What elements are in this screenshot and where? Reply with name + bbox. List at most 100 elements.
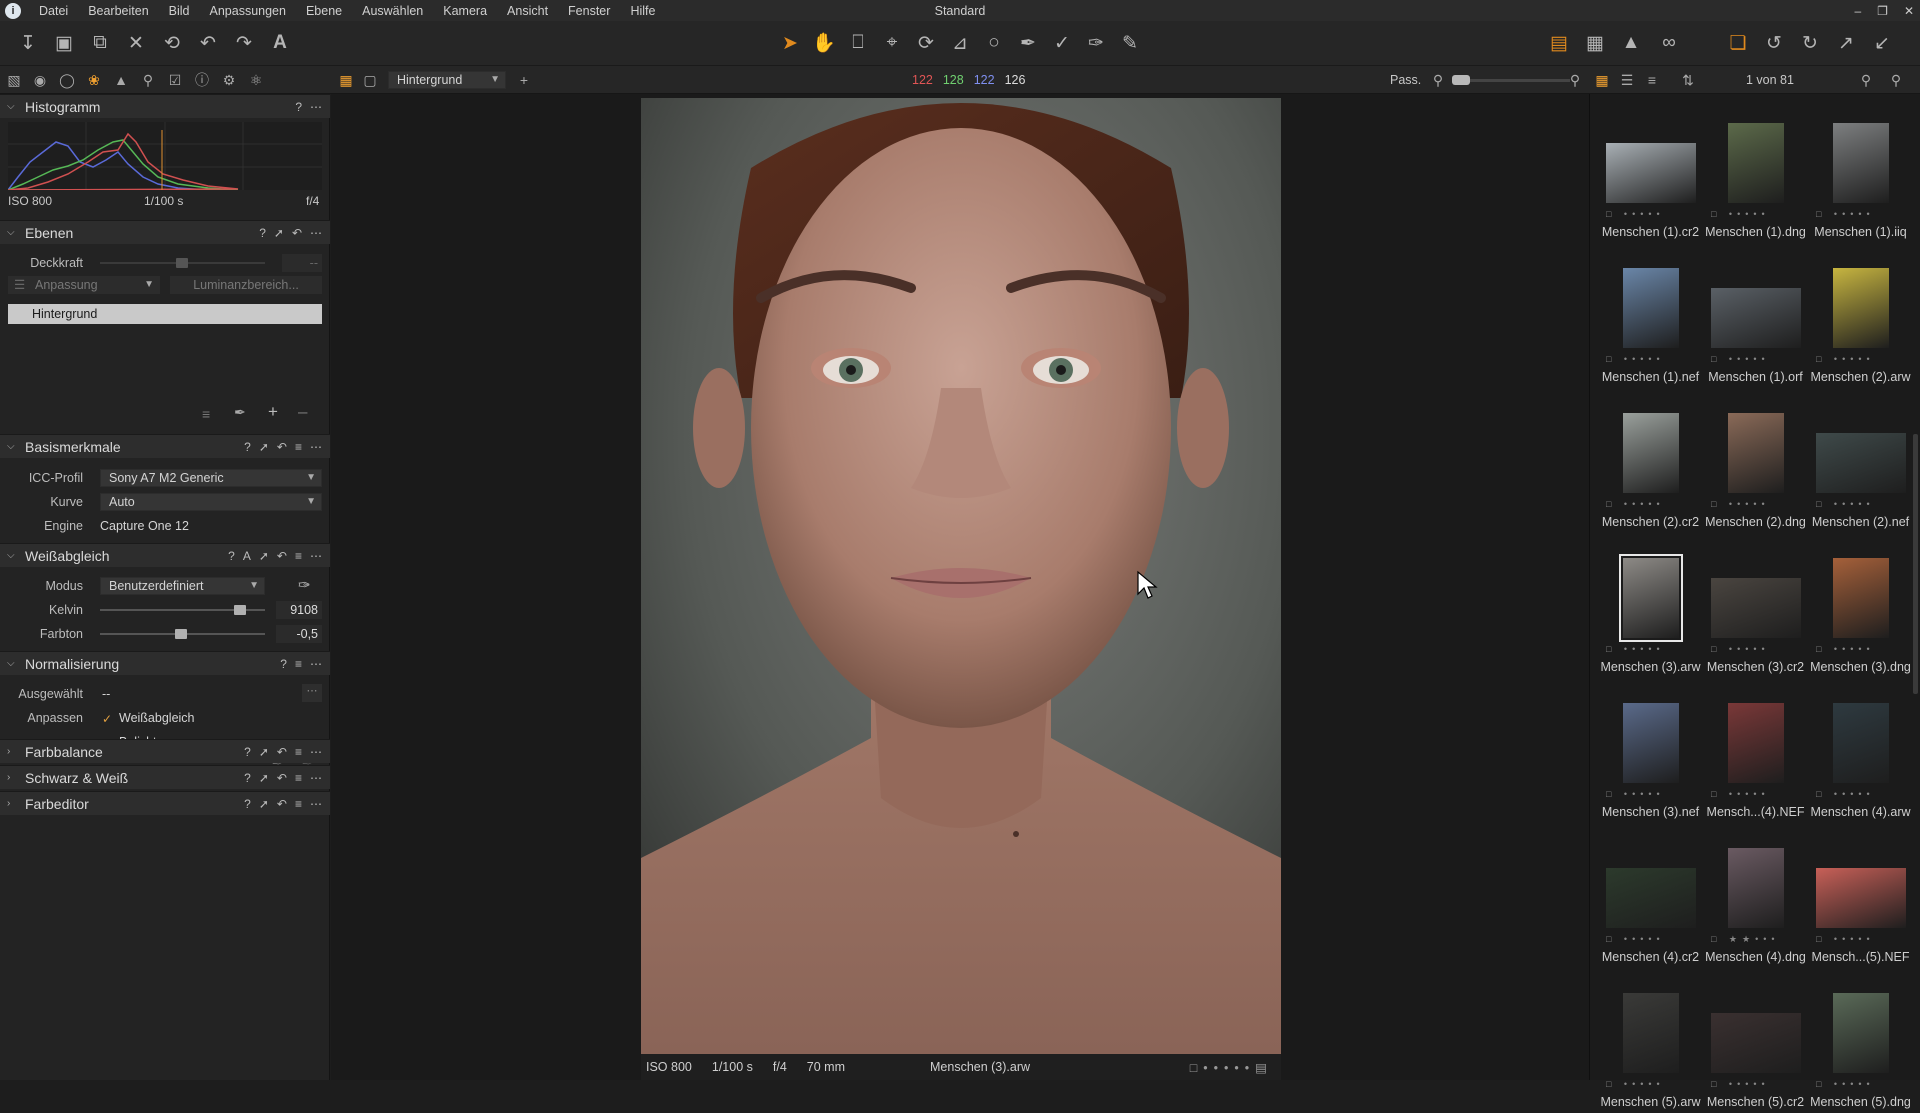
apply-arrow-icon[interactable]: ↙: [1868, 29, 1896, 57]
histogram-header[interactable]: ⌵ Histogramm ? ⋯: [0, 94, 330, 118]
filter-search-icon[interactable]: ⚲: [1856, 70, 1876, 90]
warning-icon[interactable]: ▲: [1617, 29, 1645, 57]
presets-icon[interactable]: ≡: [295, 797, 302, 811]
layer-select[interactable]: Hintergrund ▼: [388, 71, 506, 89]
thumbnail-rating[interactable]: □ •••••: [1606, 644, 1696, 654]
browser-details-icon[interactable]: ≡: [1642, 70, 1662, 90]
import-icon[interactable]: ↧: [14, 29, 42, 57]
thumbnail-item[interactable]: □ ••••• Menschen (1).cr2: [1598, 98, 1703, 243]
thumbnail-rating[interactable]: □ •••••: [1606, 934, 1696, 944]
reset-icon[interactable]: ↶: [277, 549, 287, 563]
maximize-icon[interactable]: ❐: [1877, 4, 1888, 18]
thumbnail-rating[interactable]: □ •••••: [1816, 644, 1906, 654]
menu-item-5[interactable]: Auswählen: [352, 4, 433, 18]
batch-tab-icon[interactable]: ⚛: [246, 70, 266, 90]
thumbnail-image[interactable]: [1832, 703, 1889, 783]
reset-icon[interactable]: ↶: [277, 745, 287, 759]
thumbnail-rating[interactable]: □ •••••: [1711, 209, 1801, 219]
thumbnail-image[interactable]: [1622, 703, 1679, 783]
copy-icon[interactable]: ➚: [259, 549, 269, 563]
thumbnail-image[interactable]: [1832, 123, 1889, 203]
cursor-tool-icon[interactable]: ➤: [776, 29, 804, 57]
thumbnail-image[interactable]: [1622, 993, 1679, 1073]
menu-item-4[interactable]: Ebene: [296, 4, 352, 18]
thumbnail-image[interactable]: [1622, 413, 1679, 493]
zoom-out-icon[interactable]: ⚲: [1428, 70, 1448, 90]
copy-icon[interactable]: ➚: [259, 771, 269, 785]
reset-icon[interactable]: ↶: [277, 797, 287, 811]
proof-glasses-icon[interactable]: ∞: [1655, 29, 1683, 57]
collapsed-section-1[interactable]: › Schwarz & Weiß? ➚ ↶ ≡ ⋯: [0, 765, 330, 789]
thumbnail-rating[interactable]: □ •••••: [1606, 209, 1696, 219]
icc-profile-select[interactable]: Sony A7 M2 Generic ▼: [100, 469, 322, 487]
thumbnail-rating[interactable]: □ •••••: [1816, 1079, 1906, 1089]
thumbnail-rating[interactable]: □ •••••: [1711, 644, 1801, 654]
tint-value[interactable]: -0,5: [276, 625, 322, 643]
menu-item-8[interactable]: Fenster: [558, 4, 620, 18]
copy-icon[interactable]: ➚: [259, 797, 269, 811]
thumbnail-item[interactable]: □ ••••• Menschen (1).nef: [1598, 243, 1703, 388]
thumbnail-image[interactable]: [1710, 1013, 1801, 1073]
thumbnail-image[interactable]: [1618, 554, 1683, 642]
reset-icon[interactable]: ↶: [292, 226, 302, 240]
help-icon[interactable]: ?: [228, 549, 235, 563]
collapsed-section-2[interactable]: › Farbeditor? ➚ ↶ ≡ ⋯: [0, 791, 330, 815]
pick-button[interactable]: ⋯: [302, 684, 322, 702]
thumbnail-rating[interactable]: □ •••••: [1606, 354, 1696, 364]
help-icon[interactable]: ?: [244, 771, 251, 785]
opacity-value[interactable]: --: [282, 254, 322, 272]
menu-item-6[interactable]: Kamera: [433, 4, 497, 18]
add-layer-icon[interactable]: +: [514, 70, 534, 90]
minimize-icon[interactable]: –: [1854, 4, 1861, 18]
thumbnail-image[interactable]: [1832, 268, 1889, 348]
tint-knob[interactable]: [174, 629, 187, 639]
thumbnail-item[interactable]: □ ••••• Menschen (1).dng: [1703, 98, 1808, 243]
eyedropper-icon[interactable]: ✑: [298, 576, 311, 594]
thumbnail-item[interactable]: □ ••••• Menschen (1).orf: [1703, 243, 1808, 388]
exposure-warning-icon[interactable]: ▤: [1545, 29, 1573, 57]
thumbnail-item[interactable]: □ ••••• Menschen (2).cr2: [1598, 388, 1703, 533]
copy-arrow-icon[interactable]: ↗: [1832, 29, 1860, 57]
thumbnail-item[interactable]: □ ••••• Mensch...(4).NEF: [1703, 678, 1808, 823]
fit-label[interactable]: Pass.: [1390, 73, 1421, 87]
menu-item-2[interactable]: Bild: [159, 4, 200, 18]
more-icon[interactable]: ⋯: [310, 745, 322, 759]
thumbnail-rating[interactable]: □ •••••: [1816, 209, 1906, 219]
search-icon[interactable]: ⚲: [1886, 70, 1906, 90]
picker-tool-icon[interactable]: ✑: [1082, 29, 1110, 57]
thumbnail-image[interactable]: [1727, 703, 1784, 783]
more-icon[interactable]: ⋯: [310, 549, 322, 563]
more-icon[interactable]: ⋯: [310, 797, 322, 811]
zoom-slider-knob[interactable]: [1452, 75, 1470, 85]
thumbnail-item[interactable]: □ ••••• Menschen (2).arw: [1808, 243, 1913, 388]
menu-item-3[interactable]: Anpassungen: [200, 4, 296, 18]
normalization-header[interactable]: ⌵ Normalisierung ? ≡ ⋯: [0, 651, 330, 675]
portrait-photo[interactable]: [641, 98, 1281, 1054]
thumbnail-image[interactable]: [1605, 868, 1696, 928]
thumbnail-rating[interactable]: □ •••••: [1711, 1079, 1801, 1089]
help-icon[interactable]: ?: [244, 440, 251, 454]
sort-icon[interactable]: ⇅: [1678, 70, 1698, 90]
pan-tool-icon[interactable]: ✋: [810, 29, 838, 57]
spot-tool-icon[interactable]: ○: [980, 29, 1008, 57]
presets-icon[interactable]: ≡: [295, 745, 302, 759]
help-icon[interactable]: ?: [295, 100, 302, 114]
redo-icon[interactable]: ↷: [230, 29, 258, 57]
thumbnail-rating[interactable]: □ ★★•••: [1711, 934, 1801, 944]
browser-scrollbar[interactable]: [1913, 434, 1918, 694]
help-icon[interactable]: ?: [280, 657, 287, 671]
thumbnail-rating[interactable]: □ •••••: [1711, 789, 1801, 799]
zoom-in-icon[interactable]: ⚲: [1565, 70, 1585, 90]
thumbnail-image[interactable]: [1727, 848, 1784, 928]
thumbnail-item[interactable]: □ ••••• Menschen (5).dng: [1808, 968, 1913, 1113]
thumbnail-item[interactable]: □ ••••• Menschen (3).arw: [1598, 533, 1703, 678]
presets-icon[interactable]: ≡: [295, 549, 302, 563]
lens-tab-icon[interactable]: ◯: [57, 70, 77, 90]
kelvin-value[interactable]: 9108: [276, 601, 322, 619]
thumbnail-item[interactable]: □ ••••• Menschen (3).cr2: [1703, 533, 1808, 678]
layer-options-icon[interactable]: ≡: [202, 406, 210, 422]
thumbnail-rating[interactable]: □ •••••: [1816, 789, 1906, 799]
thumbnail-item[interactable]: □ ••••• Menschen (4).arw: [1808, 678, 1913, 823]
help-icon[interactable]: ?: [244, 745, 251, 759]
thumbnail-rating[interactable]: □ •••••: [1606, 1079, 1696, 1089]
